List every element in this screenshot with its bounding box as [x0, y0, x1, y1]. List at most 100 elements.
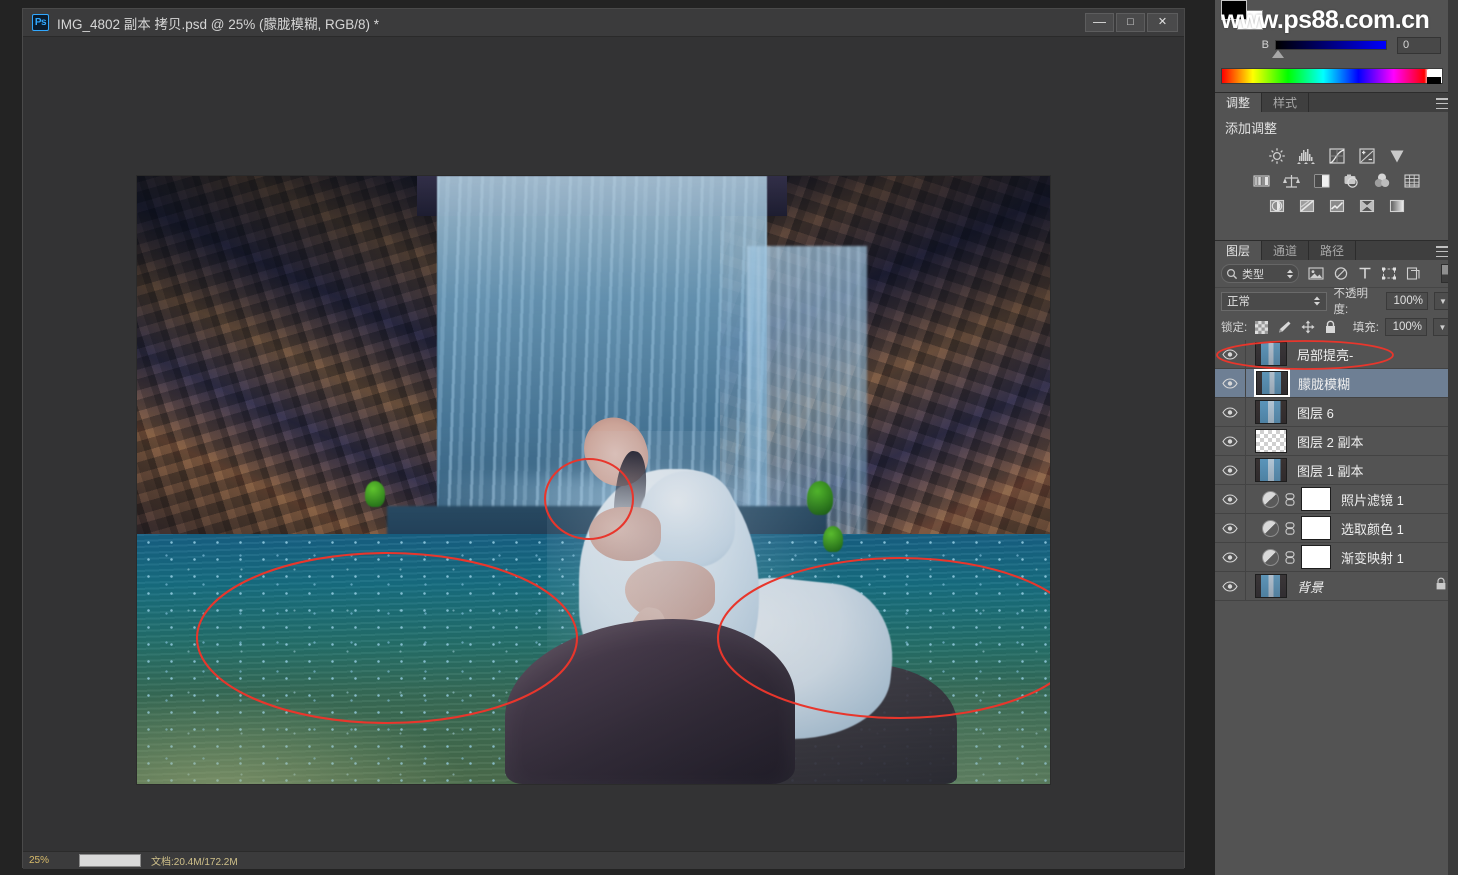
filter-adjustment-icon[interactable]	[1333, 266, 1349, 281]
tab-paths[interactable]: 路径	[1309, 241, 1356, 260]
selective-color-icon[interactable]	[1354, 195, 1379, 216]
black-white-icon[interactable]	[1309, 170, 1334, 191]
invert-icon[interactable]	[1264, 195, 1289, 216]
zoom-level[interactable]: 25%	[23, 855, 79, 866]
vibrance-icon[interactable]	[1384, 145, 1409, 166]
fill-value[interactable]: 100%	[1385, 318, 1427, 336]
table-row[interactable]: 图层 2 副本	[1215, 427, 1458, 456]
tab-styles[interactable]: 样式	[1262, 93, 1309, 112]
close-button[interactable]: ✕	[1147, 13, 1178, 32]
layer-mask-thumbnail[interactable]	[1301, 487, 1331, 511]
adjustment-layer-thumbnail[interactable]	[1262, 491, 1279, 508]
hue-saturation-icon[interactable]	[1249, 170, 1274, 191]
layer-thumbnail[interactable]	[1255, 429, 1287, 453]
filter-pixel-icon[interactable]	[1308, 266, 1324, 281]
brightness-contrast-icon[interactable]	[1264, 145, 1289, 166]
layer-name[interactable]: 背景	[1297, 577, 1323, 596]
layer-visibility-toggle[interactable]	[1215, 456, 1246, 484]
table-row[interactable]: 选取颜色 1	[1215, 514, 1458, 543]
layer-mask-link-icon[interactable]	[1284, 551, 1296, 564]
tab-layers[interactable]: 图层	[1215, 241, 1262, 260]
table-row[interactable]: 渐变映射 1	[1215, 543, 1458, 572]
document-size-info[interactable]: 文档:20.4M/172.2M	[151, 853, 238, 868]
filter-type-icon[interactable]	[1358, 266, 1372, 281]
layer-name[interactable]: 局部提亮-	[1297, 345, 1353, 364]
layer-mask-thumbnail[interactable]	[1301, 516, 1331, 540]
layer-mask-thumbnail[interactable]	[1301, 545, 1331, 569]
table-row[interactable]: 局部提亮-	[1215, 340, 1458, 369]
layer-name[interactable]: 照片滤镜 1	[1341, 490, 1404, 509]
color-balance-icon[interactable]	[1279, 170, 1304, 191]
right-panel-stack: B 0 www.ps88.com.cn 调整 样式 添加调整	[1215, 0, 1458, 875]
channel-slider-b[interactable]	[1275, 40, 1387, 50]
color-lookup-icon[interactable]	[1399, 170, 1424, 191]
layer-thumbnail[interactable]	[1255, 400, 1287, 424]
layer-thumbnail[interactable]	[1255, 458, 1287, 482]
layer-visibility-toggle[interactable]	[1215, 369, 1246, 397]
color-channel-b[interactable]: B 0	[1255, 36, 1451, 54]
fill-label: 填充:	[1353, 319, 1379, 335]
table-row[interactable]: 图层 6	[1215, 398, 1458, 427]
layer-list: 局部提亮- 朦胧模糊	[1215, 340, 1458, 601]
blend-mode-value: 正常	[1227, 293, 1313, 309]
layer-name[interactable]: 图层 2 副本	[1297, 432, 1363, 451]
layer-visibility-toggle[interactable]	[1215, 340, 1246, 368]
photoshop-logo-icon: Ps	[32, 14, 49, 31]
spectrum-white-black-swatch[interactable]	[1427, 70, 1441, 84]
layer-name[interactable]: 图层 1 副本	[1297, 461, 1363, 480]
layer-name[interactable]: 图层 6	[1297, 403, 1334, 422]
layer-visibility-toggle[interactable]	[1215, 398, 1246, 426]
minimize-button[interactable]: —	[1085, 13, 1114, 32]
exposure-icon[interactable]	[1354, 145, 1379, 166]
title-bar[interactable]: Ps IMG_4802 副本 拷贝.psd @ 25% (朦胧模糊, RGB/8…	[23, 9, 1184, 37]
layer-mask-link-icon[interactable]	[1284, 522, 1296, 535]
lock-position-icon[interactable]	[1299, 319, 1316, 336]
layer-visibility-toggle[interactable]	[1215, 485, 1246, 513]
layer-list-empty-area[interactable]	[1215, 601, 1458, 875]
updown-arrows-icon	[1286, 268, 1294, 280]
filter-shape-icon[interactable]	[1381, 266, 1397, 281]
color-spectrum-ramp[interactable]	[1221, 68, 1443, 84]
threshold-icon[interactable]	[1324, 195, 1349, 216]
layer-thumbnail[interactable]	[1255, 574, 1287, 598]
channel-mixer-icon[interactable]	[1369, 170, 1394, 191]
gradient-map-icon[interactable]	[1384, 195, 1409, 216]
adjustment-layer-thumbnail[interactable]	[1262, 520, 1279, 537]
curves-icon[interactable]	[1324, 145, 1349, 166]
table-row[interactable]: 图层 1 副本	[1215, 456, 1458, 485]
tab-channels[interactable]: 通道	[1262, 241, 1309, 260]
channel-slider-knob[interactable]	[1272, 50, 1284, 58]
layer-name[interactable]: 选取颜色 1	[1341, 519, 1404, 538]
image-canvas[interactable]	[137, 176, 1050, 784]
maximize-button[interactable]: □	[1116, 13, 1145, 32]
blend-mode-select[interactable]: 正常	[1221, 292, 1327, 311]
eye-icon	[1222, 436, 1238, 447]
layer-name[interactable]: 渐变映射 1	[1341, 548, 1404, 567]
layer-visibility-toggle[interactable]	[1215, 514, 1246, 542]
layer-thumbnail[interactable]	[1256, 371, 1288, 395]
table-row[interactable]: 照片滤镜 1	[1215, 485, 1458, 514]
opacity-value[interactable]: 100%	[1386, 292, 1428, 310]
layer-mask-link-icon[interactable]	[1284, 493, 1296, 506]
filter-smartobject-icon[interactable]	[1406, 266, 1421, 281]
canvas-workspace[interactable]: 25% 文档:20.4M/172.2M	[23, 37, 1184, 869]
lock-image-icon[interactable]	[1276, 319, 1293, 336]
layer-name[interactable]: 朦胧模糊	[1298, 374, 1350, 393]
layer-visibility-toggle[interactable]	[1215, 427, 1246, 455]
channel-value-b[interactable]: 0	[1397, 37, 1441, 54]
tab-adjustments[interactable]: 调整	[1215, 93, 1262, 112]
lock-transparency-icon[interactable]	[1253, 319, 1270, 336]
table-row[interactable]: 背景	[1215, 572, 1458, 601]
layer-thumbnail[interactable]	[1255, 342, 1287, 366]
layer-filter-kind-select[interactable]: 类型	[1221, 264, 1299, 283]
lock-all-icon[interactable]	[1322, 319, 1339, 336]
eye-icon	[1222, 494, 1238, 505]
levels-icon[interactable]	[1294, 145, 1319, 166]
table-row[interactable]: 朦胧模糊	[1215, 369, 1458, 398]
layer-visibility-toggle[interactable]	[1215, 572, 1246, 600]
layer-visibility-toggle[interactable]	[1215, 543, 1246, 571]
photo-filter-icon[interactable]	[1339, 170, 1364, 191]
adjustment-layer-thumbnail[interactable]	[1262, 549, 1279, 566]
eye-icon	[1222, 407, 1238, 418]
posterize-icon[interactable]	[1294, 195, 1319, 216]
